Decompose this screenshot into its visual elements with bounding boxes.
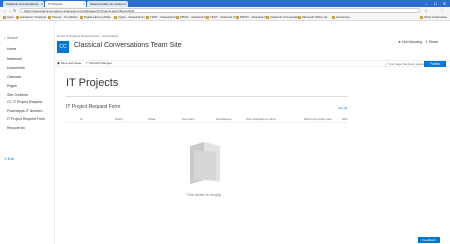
feedback-button[interactable]: Feedback xyxy=(418,237,440,243)
edit-links-button[interactable]: ✎ Edit xyxy=(4,157,14,161)
site-logo[interactable]: CC xyxy=(57,41,69,53)
reload-icon[interactable]: ↻ xyxy=(13,7,16,14)
bookmark[interactable]: Classical Conversatio xyxy=(266,15,299,20)
column-header[interactable]: Wha xyxy=(342,118,347,121)
bookmark-icon xyxy=(16,15,19,19)
divider xyxy=(66,96,348,97)
bookmark-icon xyxy=(206,15,209,19)
tab-label: Shared Folder for Custom xyxy=(90,2,125,6)
suite-bar xyxy=(0,21,450,25)
nav-item-powerapps[interactable]: Powerapps-IT Number... xyxy=(7,109,45,113)
nav-item-it-project-request-form[interactable]: IT Project Request Form xyxy=(7,117,45,121)
save-status: ✓ Your page has been saved xyxy=(385,62,424,66)
column-header[interactable]: ID xyxy=(80,118,83,121)
bookmark-icon xyxy=(236,15,239,19)
column-header[interactable]: What is the project relat... xyxy=(304,118,333,121)
nav-item-home[interactable]: Home xyxy=(7,47,16,51)
bookmark[interactable]: Accelerise xyxy=(332,15,350,20)
bookmark[interactable]: Apple - Classical Co xyxy=(114,15,145,20)
empty-folder-icon xyxy=(190,142,220,184)
site-title[interactable]: Classical Conversations Team Site xyxy=(74,42,182,49)
bookmark[interactable]: Apps xyxy=(3,15,14,20)
breadcrumb[interactable]: Home IT Projects Request Form - PowerApp… xyxy=(57,34,118,38)
close-window-button[interactable]: ✕ xyxy=(440,0,449,7)
publish-button[interactable]: Publish xyxy=(424,61,446,67)
tab-label: Classical Conversations xyxy=(6,2,39,6)
forward-icon[interactable]: → xyxy=(8,7,12,14)
bookmark-icon xyxy=(146,15,149,19)
folder-icon xyxy=(420,15,423,19)
page-title[interactable]: IT Projects xyxy=(66,77,118,89)
bookmark[interactable]: standard | Classical xyxy=(16,15,46,20)
bookmark-icon xyxy=(48,15,51,19)
nav-item-pages[interactable]: Pages xyxy=(7,84,17,88)
nav-item-notebook[interactable]: Notebook xyxy=(7,57,22,61)
bookmark[interactable]: Microsoft Office Ho xyxy=(298,15,327,20)
discard-changes-button[interactable]: ↶ Discard changes xyxy=(86,61,112,66)
nav-item-cc-it-project-request[interactable]: CC IT Project Request... xyxy=(7,100,45,104)
save-and-close-button[interactable]: ▣ Save and close xyxy=(57,61,81,66)
column-header[interactable]: Phase xyxy=(148,118,155,121)
menu-icon[interactable]: ⋮ xyxy=(440,7,444,14)
list-webpart-title[interactable]: IT Project Request Form xyxy=(66,104,120,110)
search-box[interactable]: ⌕ Search xyxy=(4,36,18,40)
column-header[interactable]: Priority xyxy=(115,118,123,121)
back-icon[interactable]: ← xyxy=(3,7,7,14)
nav-item-calendar[interactable]: Calendar xyxy=(7,75,21,79)
empty-state-message: This folder is empty. xyxy=(186,192,222,197)
bookmark-icon xyxy=(80,15,83,19)
tab-label: IT Projects xyxy=(48,2,63,6)
bookmark[interactable]: PROD - Classical Co xyxy=(176,15,208,20)
column-header[interactable]: Due Name xyxy=(182,118,194,121)
column-header[interactable]: Due Manager xyxy=(216,118,232,121)
column-header[interactable]: Short description or name xyxy=(246,118,276,121)
bookmark[interactable]: Digital Library (Wike xyxy=(80,15,111,20)
bookmark[interactable]: PROD - Classical Co xyxy=(236,15,268,20)
see-all-link[interactable]: See all xyxy=(338,106,347,110)
maximize-button[interactable]: ☐ xyxy=(431,0,440,7)
bookmark[interactable]: Other bookmarks xyxy=(420,15,447,20)
url-field[interactable]: https://classicalconversations.sharepoin… xyxy=(20,8,420,13)
nav-item-recycle-bin[interactable]: Recycle bin xyxy=(7,126,25,130)
bookmark-icon xyxy=(176,15,179,19)
follow-button[interactable]: ★ Not following xyxy=(398,40,422,44)
bookmark-icon xyxy=(332,15,335,19)
nav-item-site-contents[interactable]: Site Contents xyxy=(7,93,28,97)
star-icon[interactable]: ☆ xyxy=(424,7,428,14)
bookmark-icon xyxy=(266,15,269,19)
bookmark[interactable]: TEST - Classical Co xyxy=(146,15,177,20)
share-button[interactable]: ⇪ Share xyxy=(425,40,438,44)
bookmark[interactable]: Sheets - Omniblast xyxy=(48,15,78,20)
bookmark[interactable]: TEST - Classical Co xyxy=(206,15,237,20)
nav-item-documents[interactable]: Documents xyxy=(7,66,25,70)
bookmark-icon xyxy=(298,15,301,19)
apps-icon xyxy=(3,15,6,19)
bookmark-icon xyxy=(114,15,117,19)
minimize-button[interactable]: – xyxy=(422,0,431,7)
